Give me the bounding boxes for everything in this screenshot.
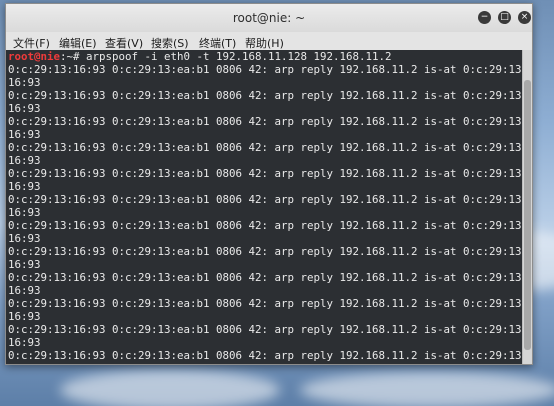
- terminal-line: 16:93: [8, 102, 41, 115]
- terminal-line: 0:c:29:13:16:93 0:c:29:13:ea:b1 0806 42:…: [8, 245, 522, 258]
- terminal-line: 16:93: [8, 336, 41, 349]
- terminal-line: 0:c:29:13:16:93 0:c:29:13:ea:b1 0806 42:…: [8, 297, 522, 310]
- title-bar[interactable]: root@nie: ~ − □ ×: [6, 4, 532, 33]
- terminal-line: 0:c:29:13:16:93 0:c:29:13:ea:b1 0806 42:…: [8, 141, 522, 154]
- window-title: root@nie: ~: [232, 11, 306, 25]
- scrollbar[interactable]: [522, 50, 532, 364]
- terminal-line: 0:c:29:13:16:93 0:c:29:13:ea:b1 0806 42:…: [8, 89, 522, 102]
- terminal-line: 16:93: [8, 206, 41, 219]
- output-lines: 0:c:29:13:16:93 0:c:29:13:ea:b1 0806 42:…: [8, 63, 522, 364]
- terminal-line: 16:93: [8, 180, 41, 193]
- menu-bar: 文件(F) 编辑(E) 查看(V) 搜索(S) 终端(T) 帮助(H): [6, 32, 532, 50]
- terminal-line: 0:c:29:13:16:93 0:c:29:13:ea:b1 0806 42:…: [8, 219, 522, 232]
- menu-edit[interactable]: 编辑(E): [59, 35, 97, 51]
- close-icon[interactable]: ×: [518, 11, 531, 24]
- prompt-user: root@nie: [8, 50, 61, 63]
- terminal-line: 0:c:29:13:16:93 0:c:29:13:ea:b1 0806 42:…: [8, 167, 522, 180]
- scrollbar-thumb[interactable]: [524, 80, 531, 350]
- terminal-line: 16:93: [8, 258, 41, 271]
- terminal-line: 0:c:29:13:16:93 0:c:29:13:ea:b1 0806 42:…: [8, 271, 522, 284]
- terminal-line: 0:c:29:13:16:93 0:c:29:13:ea:b1 0806 42:…: [8, 349, 522, 362]
- terminal-line: 16:93: [8, 154, 41, 167]
- terminal-line: 0:c:29:13:16:93 0:c:29:13:ea:b1 0806 42:…: [8, 193, 522, 206]
- terminal-line: 16:93: [8, 128, 41, 141]
- menu-help[interactable]: 帮助(H): [245, 35, 284, 51]
- terminal-line: 0:c:29:13:16:93 0:c:29:13:ea:b1 0806 42:…: [8, 115, 522, 128]
- prompt-separator: :~#: [60, 50, 87, 63]
- terminal-output[interactable]: root@nie:~# arpspoof -i eth0 -t 192.168.…: [6, 50, 522, 364]
- terminal-line: 0:c:29:13:16:93 0:c:29:13:ea:b1 0806 42:…: [8, 323, 522, 336]
- terminal-line: 16:93: [8, 284, 41, 297]
- command-text: arpspoof -i eth0 -t 192.168.11.128 192.1…: [86, 50, 392, 63]
- terminal-line: 16:93: [8, 310, 41, 323]
- menu-view[interactable]: 查看(V): [105, 35, 143, 51]
- maximize-icon[interactable]: □: [498, 11, 511, 24]
- cloud: [60, 370, 280, 406]
- terminal-line: 16:93: [8, 76, 41, 89]
- prompt-line: root@nie:~# arpspoof -i eth0 -t 192.168.…: [8, 50, 522, 63]
- terminal-line: 16:93: [8, 232, 41, 245]
- menu-terminal[interactable]: 终端(T): [199, 35, 236, 51]
- terminal-line: 16:93: [8, 362, 522, 364]
- menu-search[interactable]: 搜索(S): [151, 35, 189, 51]
- minimize-icon[interactable]: −: [478, 11, 491, 24]
- cloud: [300, 372, 554, 406]
- terminal-line: 0:c:29:13:16:93 0:c:29:13:ea:b1 0806 42:…: [8, 63, 522, 76]
- terminal-window: root@nie: ~ − □ × 文件(F) 编辑(E) 查看(V) 搜索(S…: [5, 3, 533, 365]
- menu-file[interactable]: 文件(F): [13, 35, 50, 51]
